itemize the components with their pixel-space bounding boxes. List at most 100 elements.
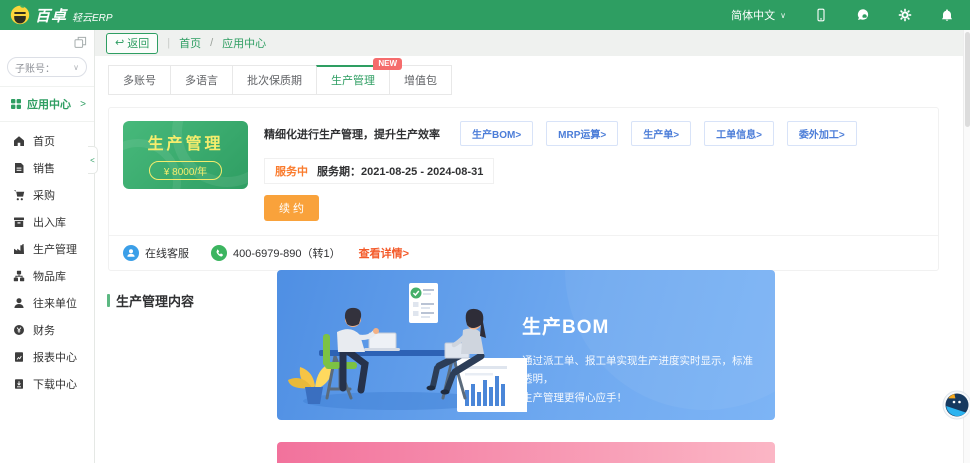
language-label: 简体中文 — [731, 7, 775, 23]
tab-bar: 多账号 多语言 批次保质期 生产管理 NEW 增值包 — [108, 65, 963, 95]
subaccount-select[interactable]: 子账号： ∨ — [7, 57, 87, 77]
link-production-bom[interactable]: 生产BOM> — [460, 121, 533, 146]
sidebar-item-label: 往来单位 — [33, 295, 77, 311]
tab-batch-shelf-life[interactable]: 批次保质期 — [232, 65, 317, 95]
brand-suffix: 轻云ERP — [72, 9, 113, 24]
top-header: 百卓 轻云ERP 简体中文 ∨ — [0, 0, 970, 30]
sidebar-item-app-center[interactable]: 应用中心 > — [0, 87, 94, 121]
support-phone-group: 400-6979-890（转1） — [211, 245, 341, 261]
product-badge-card: 生产管理 ¥ 8000/年 — [123, 121, 248, 189]
product-card-container: 生产管理 ¥ 8000/年 精细化进行生产管理，提升生产效率 生产BOM> MR… — [108, 107, 939, 271]
chevron-down-icon: ∨ — [73, 63, 79, 72]
tab-multi-account[interactable]: 多账号 — [108, 65, 171, 95]
banner-title: 生产BOM — [522, 312, 762, 339]
product-info: 精细化进行生产管理，提升生产效率 生产BOM> MRP运算> 生产单> 工单信息… — [264, 121, 924, 221]
online-service-icon[interactable] — [123, 245, 139, 261]
sidebar-item-warehouse[interactable]: 出入库 — [0, 208, 94, 235]
person-icon — [13, 297, 25, 309]
sidebar-item-label: 出入库 — [33, 214, 66, 230]
factory-icon — [13, 243, 25, 255]
banner-illustration — [277, 270, 527, 420]
tab-label: 生产管理 — [331, 75, 375, 87]
cart-icon — [13, 189, 25, 201]
breadcrumb-home[interactable]: 首页 — [179, 35, 201, 51]
main-panel: 多账号 多语言 批次保质期 生产管理 NEW 增值包 生产管理 ¥ 8000/年… — [95, 56, 963, 463]
sidebar-item-label: 物品库 — [33, 268, 66, 284]
tab-multi-language[interactable]: 多语言 — [170, 65, 233, 95]
sidebar-item-reports[interactable]: 报表中心 — [0, 343, 94, 370]
link-production-order[interactable]: 生产单> — [631, 121, 691, 146]
breadcrumb-slash: / — [210, 37, 213, 49]
new-badge: NEW — [373, 58, 402, 70]
sidebar-item-downloads[interactable]: 下载中心 — [0, 370, 94, 397]
back-arrow-icon: ↩ — [115, 36, 124, 49]
app-center-label: 应用中心 — [27, 96, 71, 112]
chevron-down-icon: ∨ — [780, 11, 786, 20]
sidebar-item-label: 生产管理 — [33, 241, 77, 257]
feature-banner-next — [277, 442, 775, 463]
banner-desc-line2: 生产管理更得心应手！ — [522, 392, 627, 404]
collapse-sidebar-icon[interactable] — [74, 36, 87, 49]
back-button[interactable]: ↩ 返回 — [106, 33, 158, 54]
service-status-box: 服务中 服务期：2021-08-25 - 2024-08-31 — [264, 158, 494, 184]
sidebar-item-label: 下载中心 — [33, 376, 77, 392]
brand-logo: 百卓 轻云ERP — [10, 5, 113, 26]
sidebar-menu: 首页 销售 采购 出入库 生产管理 物品库 — [0, 122, 94, 397]
mobile-app-icon[interactable] — [814, 8, 828, 22]
settings-gear-icon[interactable] — [898, 8, 912, 22]
sidebar-item-partners[interactable]: 往来单位 — [0, 289, 94, 316]
sidebar-item-items-library[interactable]: 物品库 — [0, 262, 94, 289]
sidebar-item-home[interactable]: 首页 — [0, 127, 94, 154]
product-description: 精细化进行生产管理，提升生产效率 — [264, 126, 440, 142]
title-accent-bar — [107, 294, 110, 307]
product-name: 生产管理 — [147, 130, 223, 154]
report-chart-icon — [13, 351, 25, 363]
sidebar-item-finance[interactable]: 财务 — [0, 316, 94, 343]
sidebar-item-production[interactable]: 生产管理 — [0, 235, 94, 262]
sidebar-collapse-handle[interactable]: < — [88, 146, 98, 174]
breadcrumb-current[interactable]: 应用中心 — [222, 35, 266, 51]
banner-desc-line1: 通过派工单、报工单实现生产进度实时显示，标准透明， — [522, 355, 753, 385]
cubes-icon — [13, 270, 25, 282]
link-outsourcing[interactable]: 委外加工> — [787, 121, 857, 146]
language-selector[interactable]: 简体中文 ∨ — [731, 7, 786, 23]
sidebar-item-label: 报表中心 — [33, 349, 77, 365]
support-mascot-button[interactable] — [942, 390, 970, 420]
sidebar-item-procurement[interactable]: 采购 — [0, 181, 94, 208]
subaccount-label: 子账号： — [15, 60, 55, 75]
coin-icon — [13, 324, 25, 336]
erp-app-window: 百卓 轻云ERP 简体中文 ∨ — [0, 0, 970, 463]
home-icon — [13, 135, 25, 147]
service-period: 服务期：2021-08-25 - 2024-08-31 — [317, 163, 483, 179]
sidebar-item-label: 销售 — [33, 160, 55, 176]
download-icon — [13, 378, 25, 390]
notifications-bell-icon[interactable] — [940, 8, 954, 22]
app-grid-icon — [10, 98, 22, 110]
link-work-order-info[interactable]: 工单信息> — [704, 121, 774, 146]
scrollbar-thumb[interactable] — [965, 32, 970, 127]
collapse-left-icon: < — [90, 156, 95, 165]
renew-button[interactable]: 续 约 — [264, 195, 319, 221]
brand-name: 百卓 — [35, 5, 67, 26]
support-phone-number: 400-6979-890（转1） — [233, 245, 341, 261]
left-sidebar: 子账号： ∨ 应用中心 > 首页 销售 — [0, 30, 95, 463]
sidebar-item-label: 采购 — [33, 187, 55, 203]
quick-links: 生产BOM> MRP运算> 生产单> 工单信息> 委外加工> — [460, 121, 857, 146]
sales-doc-icon — [13, 162, 25, 174]
online-service-label[interactable]: 在线客服 — [145, 245, 189, 261]
phone-icon — [211, 245, 227, 261]
customer-chat-icon[interactable] — [856, 8, 870, 22]
tab-production-management[interactable]: 生产管理 NEW — [316, 65, 390, 95]
support-row: 在线客服 400-6979-890（转1） 查看详情> — [109, 236, 938, 270]
breadcrumb: ↩ 返回 | 首页 / 应用中心 — [95, 30, 963, 56]
breadcrumb-separator: | — [167, 37, 170, 49]
sidebar-item-sales[interactable]: 销售 — [0, 154, 94, 181]
chevron-right-icon: > — [80, 99, 86, 110]
section-title-text: 生产管理内容 — [116, 291, 194, 310]
sidebar-item-label: 财务 — [33, 322, 55, 338]
product-price-pill: ¥ 8000/年 — [149, 161, 222, 180]
link-mrp-calculation[interactable]: MRP运算> — [546, 121, 618, 146]
sidebar-item-label: 首页 — [33, 133, 55, 149]
view-details-link[interactable]: 查看详情> — [359, 245, 409, 261]
feature-banner-production-bom: 生产BOM 通过派工单、报工单实现生产进度实时显示，标准透明， 生产管理更得心应… — [277, 270, 775, 420]
